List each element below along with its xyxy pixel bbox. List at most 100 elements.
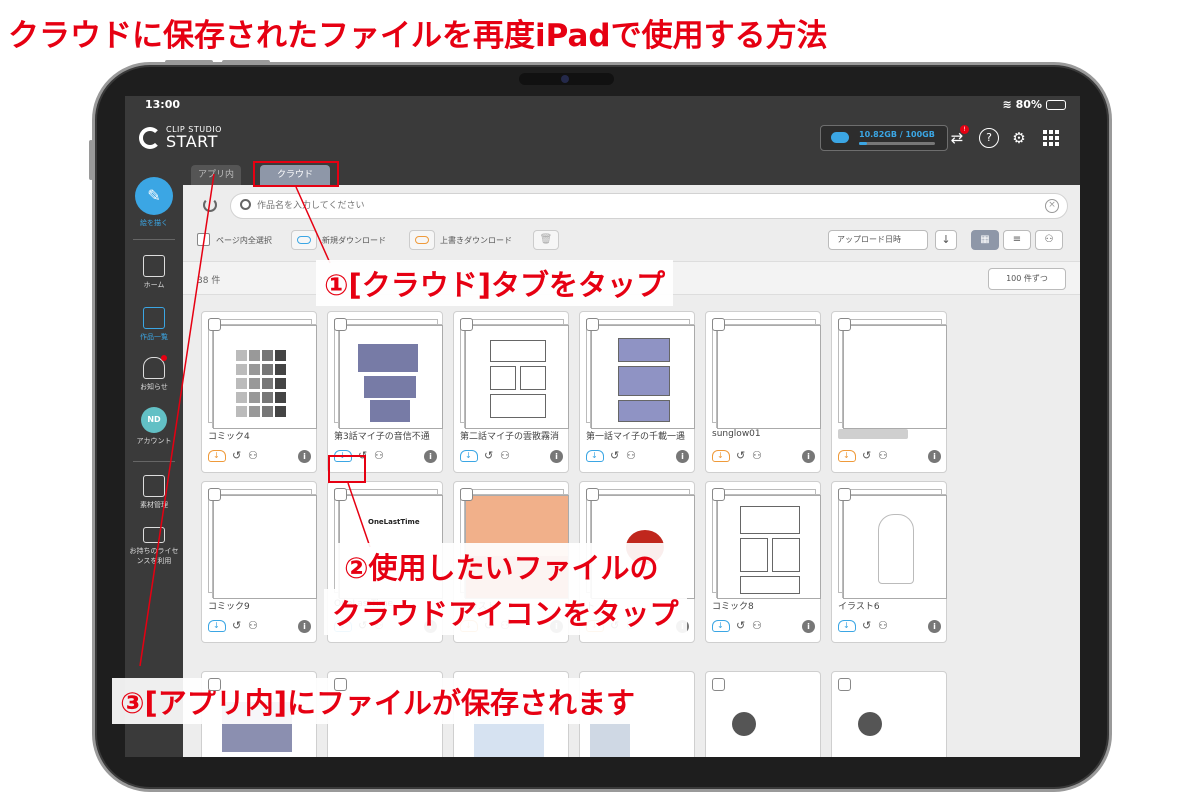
storage-bar — [859, 142, 935, 145]
clip-studio-logo[interactable]: CLIP STUDIO START — [139, 126, 222, 150]
work-card[interactable]: ↺ ⚇ i — [831, 311, 947, 473]
history-icon[interactable]: ↺ — [484, 449, 493, 462]
card-title: コミック8 — [712, 602, 754, 612]
card-thumbnail[interactable] — [843, 495, 947, 599]
card-checkbox[interactable] — [460, 488, 473, 501]
info-icon[interactable]: i — [928, 450, 941, 463]
cloud-download-icon[interactable] — [712, 620, 730, 632]
history-icon[interactable]: ↺ — [610, 449, 619, 462]
card-checkbox[interactable] — [586, 318, 599, 331]
rail-works[interactable]: 作品一覧 — [125, 307, 183, 342]
work-card[interactable]: イラスト6 ↺ ⚇ i — [831, 481, 947, 643]
info-icon[interactable]: i — [298, 450, 311, 463]
delete-button[interactable]: 🗑 — [533, 230, 559, 250]
cloud-download-icon[interactable] — [208, 620, 226, 632]
work-card[interactable]: コミック4 ↺ ⚇ i — [201, 311, 317, 473]
grid-view-button[interactable]: ▦ — [971, 230, 999, 250]
select-all-checkbox[interactable] — [197, 233, 210, 246]
cloud-download-icon[interactable] — [460, 450, 478, 462]
rail-license[interactable]: お持ちのライセ ンスを利用 — [125, 527, 183, 566]
work-card[interactable]: コミック9 ↺ ⚇ i — [201, 481, 317, 643]
history-icon[interactable]: ↺ — [862, 449, 871, 462]
share-icon[interactable]: ⚇ — [248, 619, 258, 632]
work-card[interactable]: sunglow01 ↺ ⚇ i — [705, 311, 821, 473]
rail-materials[interactable]: 素材管理 — [125, 475, 183, 510]
share-icon[interactable]: ⚇ — [500, 449, 510, 462]
card-checkbox[interactable] — [334, 488, 347, 501]
list-view-button[interactable]: ≡ — [1003, 230, 1031, 250]
cloud-download-icon[interactable] — [712, 450, 730, 462]
card-thumbnail[interactable] — [843, 325, 947, 429]
shared-view-button[interactable]: ⚇ — [1035, 230, 1063, 250]
card-thumbnail[interactable] — [465, 325, 569, 429]
card-checkbox[interactable] — [334, 678, 347, 691]
card-checkbox[interactable] — [838, 488, 851, 501]
work-card-partial[interactable] — [705, 671, 821, 757]
work-card[interactable]: 第一話マイ子の千載一遇 ↺ ⚇ i — [579, 311, 695, 473]
info-icon[interactable]: i — [676, 450, 689, 463]
card-checkbox[interactable] — [586, 488, 599, 501]
share-icon[interactable]: ⚇ — [752, 619, 762, 632]
work-card[interactable]: 第二話マイ子の雲散霧消 ↺ ⚇ i — [453, 311, 569, 473]
work-card[interactable]: 第3話マイ子の音信不通↺⚇i — [327, 311, 443, 473]
cloud-download-icon[interactable] — [208, 450, 226, 462]
history-icon[interactable]: ↺ — [232, 619, 241, 632]
history-icon[interactable]: ↺ — [736, 619, 745, 632]
gear-icon[interactable]: ⚙ — [1009, 128, 1029, 148]
rail-home[interactable]: ホーム — [125, 255, 183, 290]
card-thumbnail[interactable] — [717, 325, 821, 429]
cloud-storage-indicator[interactable]: 10.82GB / 100GB — [820, 125, 948, 151]
cloud-download-icon[interactable] — [838, 620, 856, 632]
work-card[interactable]: コミック8 ↺ ⚇ i — [705, 481, 821, 643]
battery-percent: 80% — [1015, 98, 1042, 111]
help-icon[interactable]: ? — [979, 128, 999, 148]
cloud-download-icon[interactable] — [586, 450, 604, 462]
info-icon[interactable]: i — [550, 450, 563, 463]
card-checkbox[interactable] — [838, 678, 851, 691]
card-checkbox[interactable] — [712, 488, 725, 501]
info-icon[interactable]: i — [802, 450, 815, 463]
sort-direction-button[interactable]: ↓ — [935, 230, 957, 250]
redacted-title — [838, 429, 908, 439]
card-thumbnail[interactable] — [591, 325, 695, 429]
share-icon[interactable]: ⚇ — [248, 449, 258, 462]
card-checkbox[interactable] — [208, 318, 221, 331]
rail-news[interactable]: お知らせ — [125, 357, 183, 392]
history-icon[interactable]: ↺ — [232, 449, 241, 462]
history-icon[interactable]: ↺ — [736, 449, 745, 462]
share-icon[interactable]: ⚇ — [374, 449, 384, 462]
rail-account[interactable]: ND アカウント — [125, 407, 183, 446]
cloud-download-icon[interactable] — [838, 450, 856, 462]
info-icon[interactable]: i — [928, 620, 941, 633]
card-checkbox[interactable] — [208, 678, 221, 691]
card-checkbox[interactable] — [208, 488, 221, 501]
share-icon[interactable]: ⚇ — [878, 619, 888, 632]
info-icon[interactable]: i — [424, 450, 437, 463]
apps-grid-icon[interactable] — [1041, 128, 1061, 148]
card-thumbnail[interactable] — [213, 325, 317, 429]
info-icon[interactable]: i — [802, 620, 815, 633]
card-checkbox[interactable] — [460, 318, 473, 331]
sort-select[interactable]: アップロード日時 — [828, 230, 928, 250]
card-thumbnail[interactable] — [717, 495, 821, 599]
share-icon[interactable]: ⚇ — [878, 449, 888, 462]
per-page-select[interactable]: 100 件ずつ — [988, 268, 1066, 290]
card-checkbox[interactable] — [712, 678, 725, 691]
card-checkbox[interactable] — [334, 318, 347, 331]
rail-draw[interactable]: ✎ 絵を描く — [125, 177, 183, 228]
card-thumbnail[interactable] — [213, 495, 317, 599]
history-icon[interactable]: ↺ — [862, 619, 871, 632]
share-icon[interactable]: ⚇ — [752, 449, 762, 462]
overwrite-download-button[interactable] — [409, 230, 435, 250]
info-icon[interactable]: i — [298, 620, 311, 633]
card-thumbnail[interactable] — [339, 325, 443, 429]
card-checkbox[interactable] — [712, 318, 725, 331]
clear-icon[interactable]: × — [1045, 199, 1059, 213]
new-download-button[interactable] — [291, 230, 317, 250]
card-checkbox[interactable] — [838, 318, 851, 331]
search-input[interactable] — [257, 197, 1037, 215]
share-icon[interactable]: ⚇ — [626, 449, 636, 462]
refresh-icon[interactable] — [203, 198, 217, 212]
tab-app[interactable]: アプリ内 — [191, 165, 241, 185]
work-card-partial[interactable] — [831, 671, 947, 757]
